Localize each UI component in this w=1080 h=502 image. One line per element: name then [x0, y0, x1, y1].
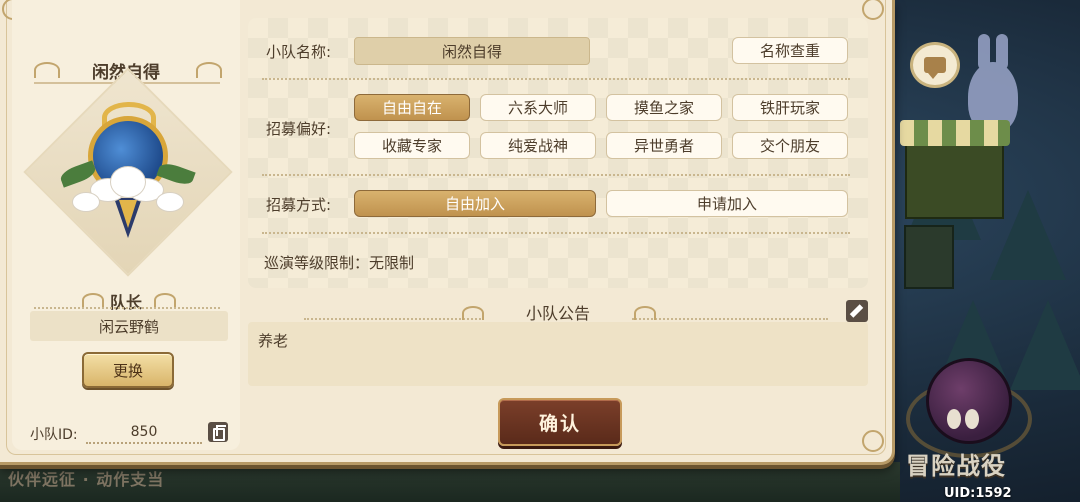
pref-option-2[interactable]: 六系大师	[480, 94, 596, 121]
captain-divider	[34, 307, 220, 309]
uid-label: UID:1592	[944, 486, 1012, 501]
method-free-join[interactable]: 自由加入	[354, 190, 596, 217]
swap-captain-button[interactable]: 更换	[82, 352, 174, 388]
pref-option-6[interactable]: 纯爱战神	[480, 132, 596, 159]
method-label: 招募方式:	[266, 196, 332, 214]
pref-option-3[interactable]: 摸鱼之家	[606, 94, 722, 121]
method-apply-join[interactable]: 申请加入	[606, 190, 848, 217]
team-form: 小队名称: 闲然自得 名称查重 招募偏好: 自由自在 六系大师 摸鱼之家 铁肝玩…	[248, 18, 868, 288]
team-id-value: 850	[86, 424, 202, 444]
chat-icon	[924, 57, 946, 79]
pref-option-1[interactable]: 自由自在	[354, 94, 470, 121]
captain-name: 闲云野鹤	[30, 311, 228, 341]
copy-icon[interactable]	[208, 422, 228, 442]
chat-button[interactable]	[910, 42, 960, 88]
captain-label: 队长	[109, 293, 142, 312]
house-decoration	[904, 225, 954, 289]
corner-ornament	[862, 430, 884, 452]
team-id-label: 小队ID:	[30, 427, 78, 443]
edit-icon[interactable]	[846, 300, 868, 322]
bottom-scene-text: 伙伴远征 · 动作支当	[8, 470, 165, 489]
pref-option-5[interactable]: 收藏专家	[354, 132, 470, 159]
team-info-card: 闲然自得 队长 闲云野鹤 更换 小队ID: 850	[12, 0, 240, 450]
pref-option-7[interactable]: 异世勇者	[606, 132, 722, 159]
notice-content-box[interactable]: 养老	[248, 322, 868, 386]
pref-option-8[interactable]: 交个朋友	[732, 132, 848, 159]
team-id-row: 小队ID: 850	[30, 422, 240, 446]
monster-icon	[926, 358, 1012, 444]
level-limit-text: 巡演等级限制：无限制	[264, 254, 415, 272]
pref-option-4[interactable]: 铁肝玩家	[732, 94, 848, 121]
notice-text: 养老	[258, 332, 289, 350]
name-check-button[interactable]: 名称查重	[732, 37, 848, 64]
team-name-label: 小队名称:	[266, 43, 332, 61]
form-divider	[262, 232, 850, 234]
preference-label: 招募偏好:	[266, 120, 332, 138]
team-emblem	[23, 67, 233, 277]
team-name-input[interactable]: 闲然自得	[354, 37, 590, 65]
form-divider	[262, 78, 850, 80]
adventure-label[interactable]: 冒险战役	[906, 446, 1006, 481]
form-divider	[262, 174, 850, 176]
notice-title: 小队公告	[525, 304, 590, 323]
confirm-button[interactable]: 确认	[498, 398, 622, 446]
shop-awning	[900, 120, 1010, 146]
team-settings-panel: 闲然自得 队长 闲云野鹤 更换 小队ID: 850 小	[0, 0, 895, 465]
